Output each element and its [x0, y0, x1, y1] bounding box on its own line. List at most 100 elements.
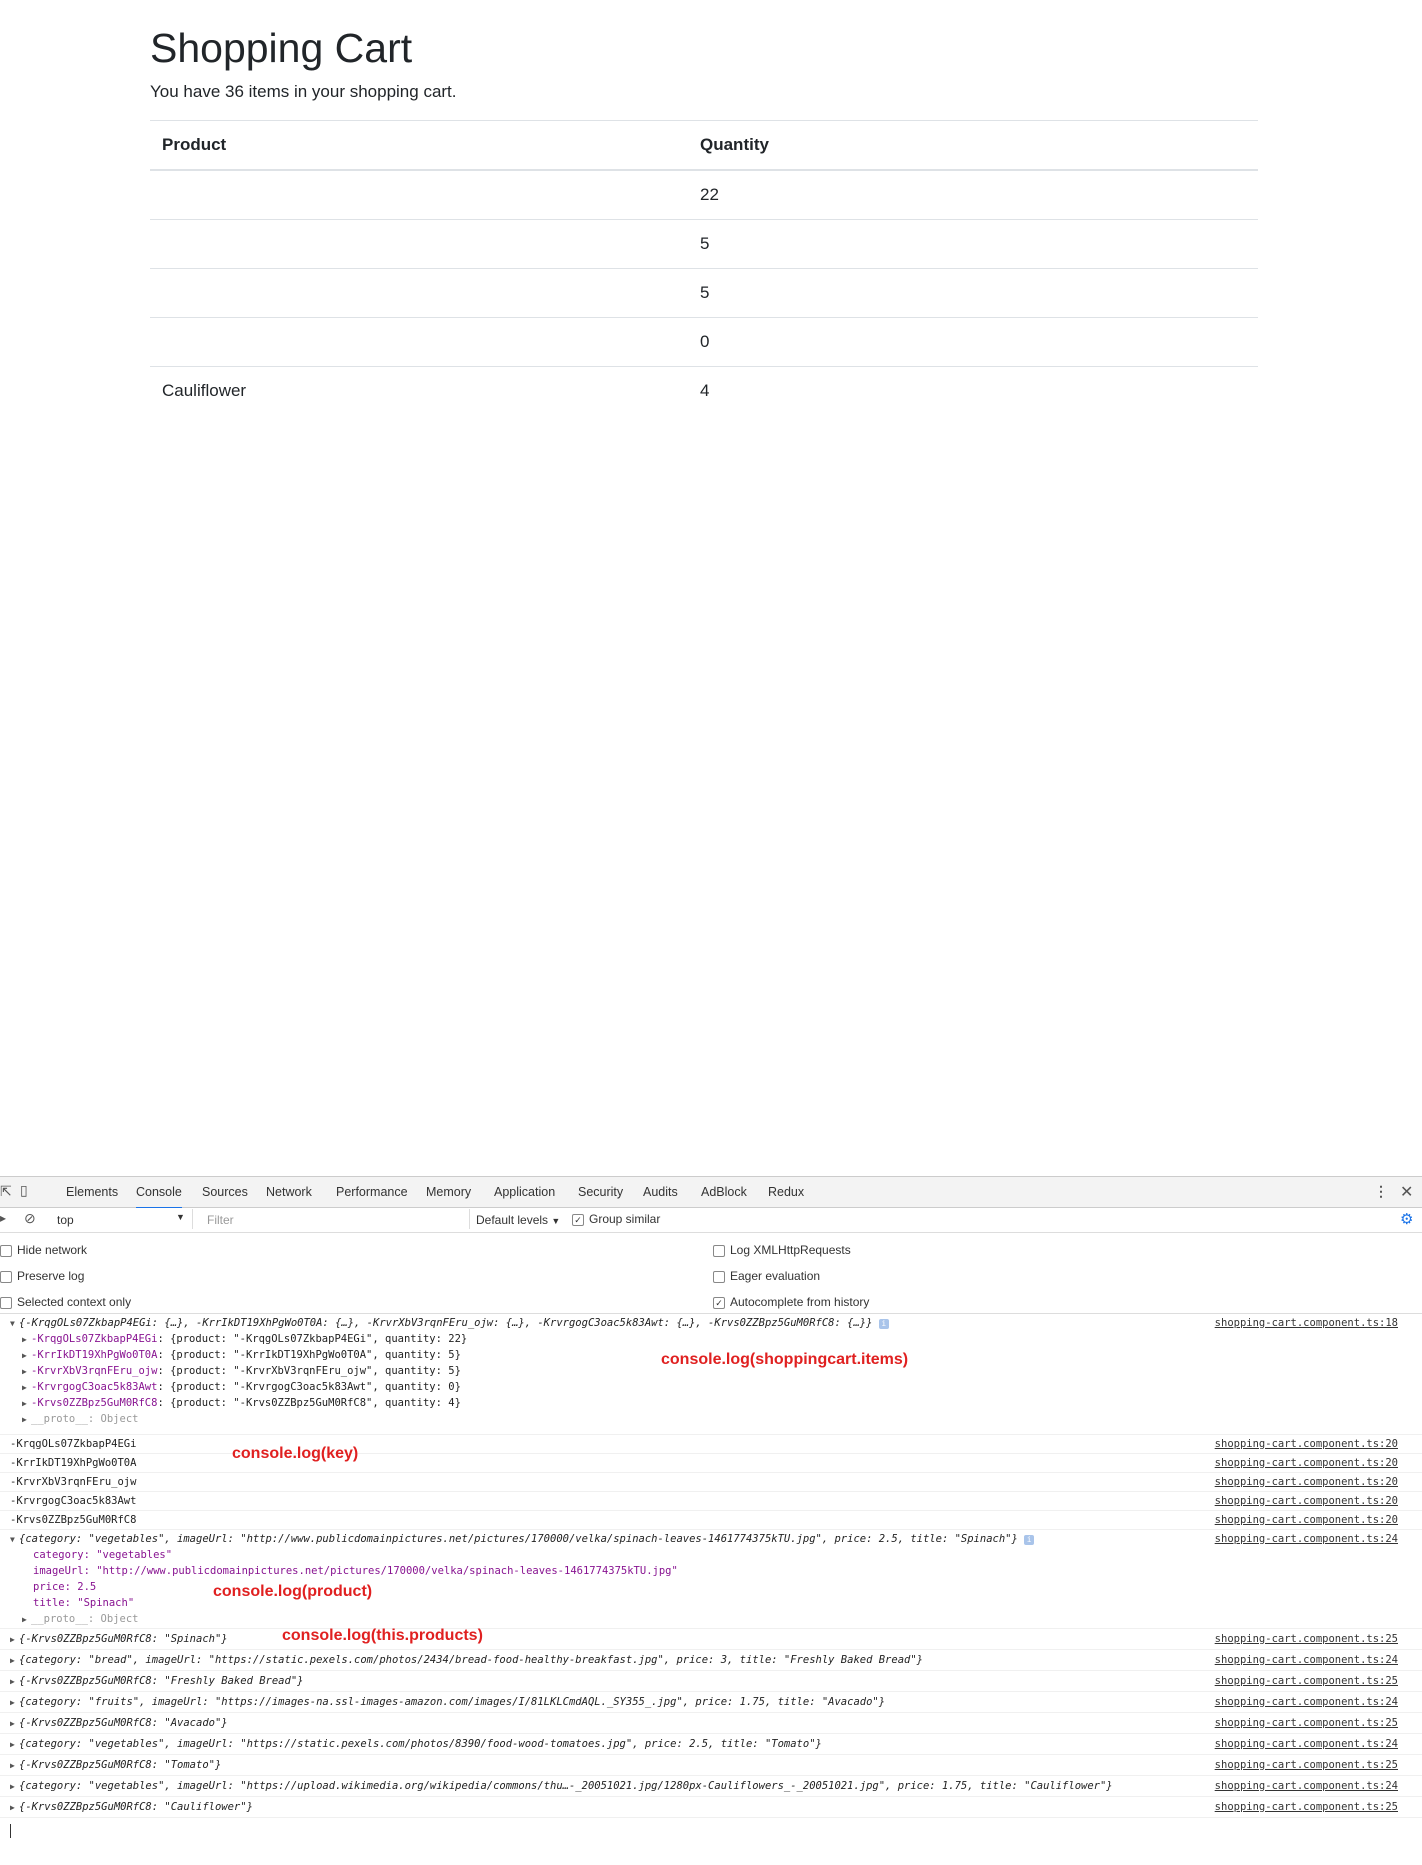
quantity-cell: 0: [688, 317, 1258, 367]
object-property[interactable]: ▶ -KrrIkDT19XhPgWo0T0A: {product: "-KrrIk…: [22, 1349, 461, 1361]
log-levels-dropdown[interactable]: Default levels ▼: [476, 1213, 560, 1227]
sidebar-toggle-icon[interactable]: ▸: [0, 1211, 6, 1225]
console-toolbar: ▸ ⊘ top ▼ Filter Default levels ▼ ✓ Group…: [0, 1208, 1422, 1233]
source-link[interactable]: shopping-cart.component.ts:25: [1215, 1717, 1398, 1729]
source-link[interactable]: shopping-cart.component.ts:20: [1215, 1438, 1398, 1450]
console-message: -KrvrgogC3oac5k83Awt shopping-cart.compon…: [0, 1492, 1422, 1511]
tab-network[interactable]: Network: [266, 1177, 312, 1207]
tab-console[interactable]: Console: [136, 1177, 182, 1209]
expand-triangle-icon[interactable]: ▼: [10, 1535, 19, 1544]
object-property: title: "Spinach": [33, 1597, 135, 1609]
console-message: ▶ {-Krvs0ZZBpz5GuM0RfC8: "Avacado"} shoppi…: [0, 1713, 1422, 1734]
object-property[interactable]: ▶ -KrvrgogC3oac5k83Awt: {product: "-Krvrg…: [22, 1381, 461, 1393]
filter-input-box[interactable]: Filter: [192, 1209, 470, 1229]
autocomplete-label: Autocomplete from history: [730, 1295, 870, 1309]
preserve-log-checkbox[interactable]: Preserve log: [0, 1269, 84, 1283]
object-property: category: "vegetables": [33, 1549, 173, 1561]
checkbox-checked-icon: ✓: [713, 1296, 725, 1309]
log-xhr-checkbox[interactable]: Log XMLHttpRequests: [713, 1243, 851, 1257]
quantity-cell: 5: [688, 219, 1258, 269]
checkbox-icon: [0, 1296, 12, 1309]
collapsed-triangle-icon: ▶: [10, 1803, 15, 1812]
source-link[interactable]: shopping-cart.component.ts:24: [1215, 1696, 1398, 1708]
close-icon[interactable]: ✕: [1400, 1182, 1413, 1202]
autocomplete-checkbox[interactable]: ✓ Autocomplete from history: [713, 1295, 869, 1309]
hide-network-label: Hide network: [17, 1243, 88, 1257]
console-message: -KrrIkDT19XhPgWo0T0A shopping-cart.compon…: [0, 1454, 1422, 1473]
collapsed-triangle-icon: ▶: [10, 1740, 15, 1749]
object-property: imageUrl: "http://www.publicdomainpictur…: [33, 1565, 678, 1577]
tab-elements[interactable]: Elements: [66, 1177, 118, 1207]
eager-evaluation-checkbox[interactable]: Eager evaluation: [713, 1269, 820, 1283]
console-message: ▶ {-Krvs0ZZBpz5GuM0RfC8: "Freshly Baked B…: [0, 1671, 1422, 1692]
clear-console-icon[interactable]: ⊘: [24, 1210, 36, 1227]
source-link[interactable]: shopping-cart.component.ts:20: [1215, 1495, 1398, 1507]
filter-input[interactable]: Filter: [207, 1213, 234, 1227]
table-row: 5: [150, 268, 1258, 318]
eager-evaluation-label: Eager evaluation: [730, 1269, 821, 1283]
object-property[interactable]: ▶ __proto__: Object: [22, 1613, 138, 1625]
table-row: 5: [150, 219, 1258, 269]
hide-network-checkbox[interactable]: Hide network: [0, 1243, 87, 1257]
group-similar-checkbox[interactable]: ✓ Group similar: [572, 1212, 660, 1226]
info-icon: i: [878, 1319, 889, 1329]
preserve-log-label: Preserve log: [17, 1269, 85, 1283]
device-toolbar-icon[interactable]: ▯: [20, 1182, 28, 1199]
source-link[interactable]: shopping-cart.component.ts:20: [1215, 1476, 1398, 1488]
quantity-cell: 4: [688, 366, 1258, 415]
product-cell: [150, 268, 688, 318]
object-property[interactable]: ▶ -Krvs0ZZBpz5GuM0RfC8: {product: "-Krvs0…: [22, 1397, 461, 1409]
source-link[interactable]: shopping-cart.component.ts:24: [1215, 1780, 1398, 1792]
product-cell: Cauliflower: [150, 366, 688, 415]
console-message: ▶ {-Krvs0ZZBpz5GuM0RfC8: "Tomato"} shoppin…: [0, 1755, 1422, 1776]
object-property[interactable]: ▶ -KrvrXbV3rqnFEru_ojw: {product: "-KrvrX…: [22, 1365, 461, 1377]
cart-summary: You have 36 items in your shopping cart.: [150, 82, 457, 101]
collapsed-triangle-icon: ▶: [10, 1656, 15, 1665]
source-link[interactable]: shopping-cart.component.ts:20: [1215, 1457, 1398, 1469]
selected-context-label: Selected context only: [17, 1295, 132, 1309]
annotation-products: console.log(this.products): [282, 1627, 483, 1644]
chevron-down-icon: ▼: [551, 1216, 561, 1226]
source-link[interactable]: shopping-cart.component.ts:25: [1215, 1675, 1398, 1687]
console-prompt-caret[interactable]: [10, 1824, 11, 1838]
context-selector[interactable]: top: [57, 1213, 74, 1227]
object-property[interactable]: ▶ __proto__: Object: [22, 1413, 138, 1425]
source-link[interactable]: shopping-cart.component.ts:25: [1215, 1633, 1398, 1645]
console-object-summary[interactable]: ▼ {category: "vegetables", imageUrl: "htt…: [10, 1533, 1035, 1545]
console-message: ▶ {category: "vegetables", imageUrl: "htt…: [0, 1734, 1422, 1755]
source-link[interactable]: shopping-cart.component.ts:18: [1215, 1317, 1398, 1329]
console-object-summary[interactable]: ▼ {-KrqgOLs07ZkbapP4EGi: {…}, -KrrIkDT19X…: [10, 1317, 889, 1329]
object-property[interactable]: ▶ -KrqgOLs07ZkbapP4EGi: {product: "-KrqgO…: [22, 1333, 467, 1345]
tab-audits[interactable]: Audits: [643, 1177, 678, 1207]
group-similar-label: Group similar: [589, 1212, 661, 1226]
checkbox-icon: [0, 1244, 12, 1257]
tab-redux[interactable]: Redux: [768, 1177, 804, 1207]
source-link[interactable]: shopping-cart.component.ts:24: [1215, 1654, 1398, 1666]
source-link[interactable]: shopping-cart.component.ts:24: [1215, 1533, 1398, 1545]
source-link[interactable]: shopping-cart.component.ts:20: [1215, 1514, 1398, 1526]
log-levels-label: Default levels: [476, 1213, 549, 1227]
collapsed-triangle-icon: ▶: [10, 1719, 15, 1728]
table-row: Cauliflower 4: [150, 366, 1258, 415]
tab-application[interactable]: Application: [494, 1177, 555, 1207]
tab-performance[interactable]: Performance: [336, 1177, 408, 1207]
table-header-row: Product Quantity: [150, 120, 1258, 171]
inspect-element-icon[interactable]: ⇱: [0, 1183, 12, 1200]
chevron-down-icon[interactable]: ▼: [176, 1212, 185, 1222]
gear-icon[interactable]: ⚙: [1400, 1210, 1413, 1228]
checkbox-icon: [0, 1270, 12, 1283]
source-link[interactable]: shopping-cart.component.ts:24: [1215, 1738, 1398, 1750]
source-link[interactable]: shopping-cart.component.ts:25: [1215, 1801, 1398, 1813]
table-row: 0: [150, 317, 1258, 367]
tab-memory[interactable]: Memory: [426, 1177, 471, 1207]
selected-context-checkbox[interactable]: Selected context only: [0, 1295, 131, 1309]
source-link[interactable]: shopping-cart.component.ts:25: [1215, 1759, 1398, 1771]
console-message: ▶ {-Krvs0ZZBpz5GuM0RfC8: "Spinach"} shoppi…: [0, 1629, 1422, 1650]
collapsed-triangle-icon: ▶: [22, 1615, 27, 1624]
tab-sources[interactable]: Sources: [202, 1177, 248, 1207]
expand-triangle-icon[interactable]: ▼: [10, 1319, 19, 1328]
more-options-icon[interactable]: ⋮: [1374, 1183, 1388, 1200]
checkbox-icon: [713, 1244, 725, 1257]
tab-security[interactable]: Security: [578, 1177, 623, 1207]
tab-adblock[interactable]: AdBlock: [701, 1177, 747, 1207]
